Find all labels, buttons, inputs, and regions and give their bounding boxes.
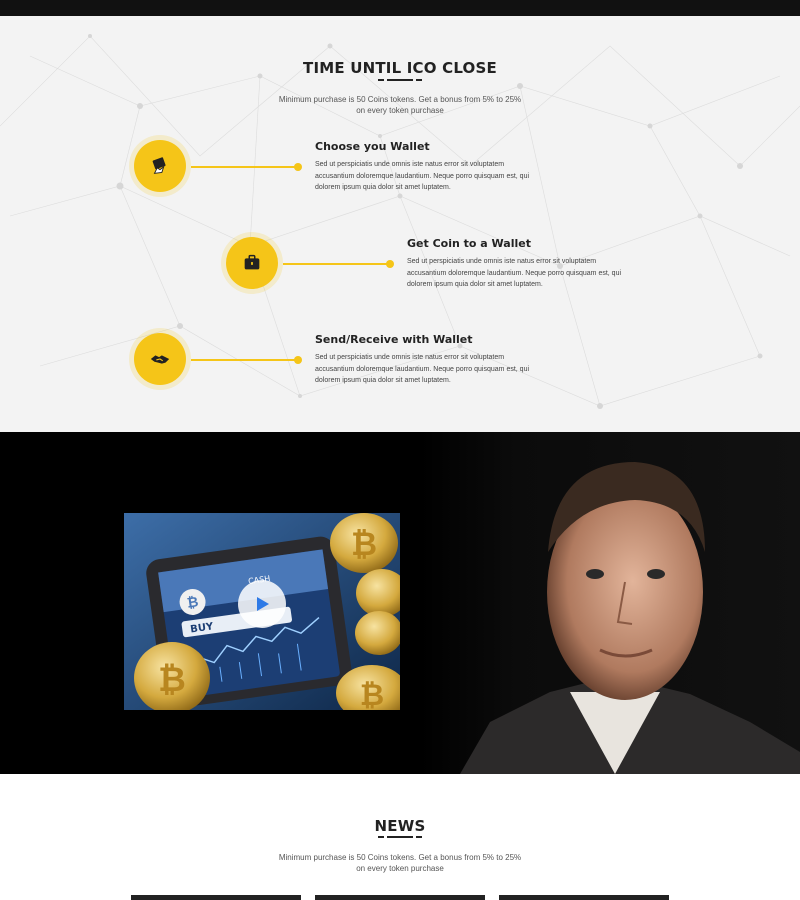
step-1-text: Sed ut perspiciatis unde omnis iste natu… — [315, 161, 530, 191]
ico-section-subtitle: Minimum purchase is 50 Coins tokens. Get… — [278, 95, 522, 115]
step-3-dot — [294, 356, 302, 364]
news-card-1[interactable] — [131, 895, 301, 900]
step-2-connector — [283, 263, 389, 265]
play-icon — [257, 597, 269, 611]
ico-section-title: TIME UNTIL ICO CLOSE — [303, 59, 497, 77]
wallet-hand-icon — [152, 157, 166, 174]
step-3-title: Send/Receive with Wallet — [315, 333, 473, 346]
title-underline — [378, 79, 422, 82]
top-banner-strip — [0, 0, 800, 16]
svg-text:₿: ₿ — [158, 660, 186, 700]
step-3-text: Sed ut perspiciatis unde omnis iste natu… — [315, 354, 530, 384]
video-thumbnail[interactable]: ₿ BUY CASH ₿ ₿ ₿ — [124, 513, 400, 710]
briefcase-icon — [244, 254, 260, 270]
news-section: NEWS Minimum purchase is 50 Coins tokens… — [0, 774, 800, 900]
news-card-3[interactable] — [499, 895, 669, 900]
step-3-connector — [191, 359, 297, 361]
step-2-icon-circle — [226, 237, 278, 289]
svg-text:₿: ₿ — [186, 594, 200, 611]
play-button[interactable] — [238, 580, 286, 628]
step-1-icon-circle — [134, 140, 186, 192]
handshake-icon — [150, 355, 170, 364]
step-2-text: Sed ut perspiciatis unde omnis iste natu… — [407, 258, 622, 288]
step-3-icon-circle — [134, 333, 186, 385]
svg-text:₿: ₿ — [351, 525, 377, 563]
step-1-connector — [191, 166, 297, 168]
step-2-dot — [386, 260, 394, 268]
news-section-subtitle: Minimum purchase is 50 Coins tokens. Get… — [278, 853, 522, 873]
ico-steps-section: TIME UNTIL ICO CLOSE Minimum purchase is… — [0, 16, 800, 432]
news-card-2[interactable] — [315, 895, 485, 900]
news-title-underline — [378, 836, 422, 839]
svg-text:₿: ₿ — [360, 678, 384, 710]
video-section: ₿ BUY CASH ₿ ₿ ₿ — [0, 432, 800, 774]
step-1-dot — [294, 163, 302, 171]
step-1-title: Choose you Wallet — [315, 140, 430, 153]
news-section-title: NEWS — [374, 817, 426, 835]
step-2-title: Get Coin to a Wallet — [407, 237, 531, 250]
portrait-image — [420, 432, 800, 774]
